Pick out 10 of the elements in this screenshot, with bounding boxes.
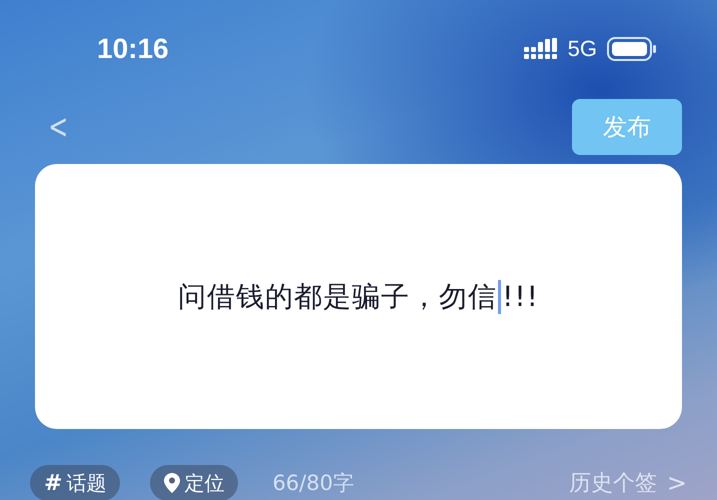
- topic-button[interactable]: # 话题: [30, 465, 120, 500]
- status-time: 10:16: [97, 33, 169, 65]
- signature-input-field[interactable]: 问借钱的都是骗子，勿信 !!!: [178, 278, 539, 316]
- location-pin-icon: [164, 473, 180, 493]
- location-button[interactable]: 定位: [150, 465, 238, 500]
- signal-icon: [524, 38, 558, 60]
- character-counter: 66/80字: [272, 470, 354, 497]
- text-cursor: [498, 280, 502, 314]
- network-label: 5G: [568, 36, 597, 62]
- battery-icon: [607, 37, 657, 61]
